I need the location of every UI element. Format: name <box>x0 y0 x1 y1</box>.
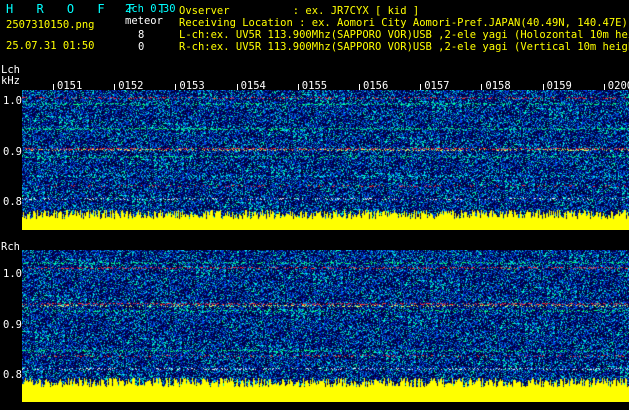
rch-receiver-line: R-ch:ex. UV5R 113.900Mhz(SAPPORO VOR)USB… <box>179 41 629 53</box>
observer-line: Ovserver : ex. JR7CYX [ kid ] <box>179 5 420 17</box>
rch-ytick-0-8: 0.8 <box>3 369 22 381</box>
filename-label: 2507310150.png <box>6 19 95 31</box>
datetime-label: 25.07.31 01:50 <box>6 40 95 52</box>
rch-label: Rch <box>1 241 20 253</box>
lch-count: 8 <box>138 29 145 41</box>
lch-unit-label: kHz <box>1 75 20 87</box>
location-line: Receiving Location : ex. Aomori City Aom… <box>179 17 628 29</box>
rch-spectrogram <box>22 250 629 402</box>
mode-label: meteor <box>125 15 163 27</box>
lch-ytick-0-8: 0.8 <box>3 196 22 208</box>
lch-ytick-0-9: 0.9 <box>3 146 22 158</box>
rch-count: 0 <box>138 41 145 53</box>
lch-ytick-1-0: 1.0 <box>3 95 22 107</box>
version-label: 2ch 0.30 <box>125 3 176 15</box>
rch-ytick-0-9: 0.9 <box>3 319 22 331</box>
lch-spectrogram <box>22 90 629 230</box>
rch-ytick-1-0: 1.0 <box>3 268 22 280</box>
lch-receiver-line: L-ch:ex. UV5R 113.900Mhz(SAPPORO VOR)USB… <box>179 29 629 41</box>
